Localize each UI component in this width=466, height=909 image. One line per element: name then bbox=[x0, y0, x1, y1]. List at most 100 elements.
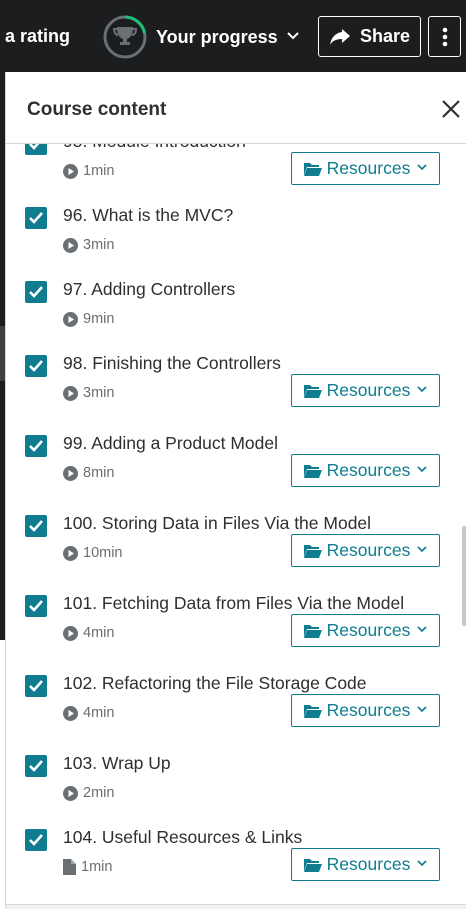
check-icon bbox=[29, 286, 43, 298]
duration-text: 3min bbox=[83, 385, 115, 401]
resources-label: Resources bbox=[326, 540, 411, 560]
close-icon bbox=[442, 100, 460, 118]
share-label: Share bbox=[359, 26, 411, 46]
lecture-item[interactable]: 100. Storing Data in Files Via the Model… bbox=[6, 486, 466, 567]
duration-text: 8min bbox=[83, 465, 115, 481]
lecture-duration: 3min bbox=[63, 237, 114, 253]
check-icon bbox=[29, 212, 43, 224]
play-icon bbox=[63, 545, 78, 561]
chevron-down-icon bbox=[417, 626, 427, 633]
panel-title: Course content bbox=[27, 99, 167, 120]
lecture-title: 103. Wrap Up bbox=[63, 753, 171, 773]
lecture-item[interactable]: 95. Module Introduction 1min Resources bbox=[6, 144, 466, 185]
file-icon bbox=[63, 859, 76, 875]
duration-text: 4min bbox=[83, 705, 115, 721]
check-icon bbox=[29, 834, 43, 846]
chevron-down-icon bbox=[417, 466, 427, 473]
lecture-title: 100. Storing Data in Files Via the Model bbox=[63, 513, 372, 533]
lecture-title: 96. What is the MVC? bbox=[63, 205, 234, 225]
resources-label: Resources bbox=[326, 700, 411, 720]
share-icon bbox=[329, 28, 350, 45]
duration-text: 9min bbox=[83, 311, 115, 327]
lecture-item[interactable]: 98. Finishing the Controllers 3min Resourc… bbox=[6, 326, 466, 407]
lecture-title: 102. Refactoring the File Storage Code bbox=[63, 673, 367, 693]
more-vertical-icon bbox=[442, 27, 447, 46]
folder-open-icon bbox=[303, 162, 322, 176]
lecture-title: 99. Adding a Product Model bbox=[63, 433, 279, 453]
duration-text: 4min bbox=[83, 625, 115, 641]
check-icon bbox=[29, 760, 43, 772]
play-icon bbox=[63, 163, 78, 179]
more-options-button[interactable] bbox=[428, 16, 461, 57]
folder-open-icon bbox=[303, 384, 322, 398]
chevron-down-icon bbox=[417, 164, 427, 171]
panel-header: Course content bbox=[6, 72, 466, 144]
folder-open-icon bbox=[303, 464, 322, 478]
play-icon bbox=[63, 465, 78, 481]
completed-checkbox[interactable] bbox=[25, 355, 47, 377]
completed-checkbox[interactable] bbox=[25, 675, 47, 697]
lecture-item[interactable]: 104. Useful Resources & Links 1min Resourc… bbox=[6, 800, 466, 881]
lecture-duration: 9min bbox=[63, 311, 114, 327]
lecture-title: 104. Useful Resources & Links bbox=[63, 827, 303, 847]
folder-open-icon bbox=[303, 544, 322, 558]
play-icon bbox=[63, 311, 78, 327]
completed-checkbox[interactable] bbox=[25, 144, 47, 155]
lecture-item[interactable]: 103. Wrap Up 2min bbox=[6, 726, 466, 801]
resources-label: Resources bbox=[326, 854, 411, 874]
folder-open-icon bbox=[303, 704, 322, 718]
resources-button[interactable]: Resources bbox=[291, 848, 440, 881]
lecture-duration: 1min bbox=[63, 163, 114, 179]
chevron-down-icon bbox=[417, 386, 427, 393]
course-content-panel: Course content 95. Module Introduction 1m… bbox=[5, 72, 466, 909]
check-icon bbox=[29, 600, 43, 612]
completed-checkbox[interactable] bbox=[25, 829, 47, 851]
chevron-down-icon bbox=[417, 860, 427, 867]
lecture-duration: 3min bbox=[63, 385, 114, 401]
lecture-duration: 10min bbox=[63, 545, 123, 561]
top-header: a rating Your progress Share bbox=[0, 0, 466, 72]
folder-open-icon bbox=[303, 624, 322, 638]
check-icon bbox=[29, 144, 40, 150]
lecture-title: 95. Module Introduction bbox=[63, 144, 246, 152]
lecture-item[interactable]: 96. What is the MVC? 3min bbox=[6, 178, 466, 253]
chevron-down-icon bbox=[417, 706, 427, 713]
chevron-down-icon bbox=[286, 27, 299, 45]
completed-checkbox[interactable] bbox=[25, 281, 47, 303]
lecture-list[interactable]: 95. Module Introduction 1min Resources 96. … bbox=[6, 144, 466, 904]
completed-checkbox[interactable] bbox=[25, 435, 47, 457]
close-button[interactable] bbox=[440, 98, 462, 120]
folder-open-icon bbox=[303, 858, 322, 872]
scrollbar[interactable] bbox=[462, 526, 466, 626]
lecture-item[interactable]: 97. Adding Controllers 9min bbox=[6, 252, 466, 327]
resources-button[interactable]: Resources bbox=[291, 374, 440, 407]
progress-ring bbox=[102, 14, 148, 60]
lecture-item[interactable]: 99. Adding a Product Model 8min Resources bbox=[6, 406, 466, 487]
completed-checkbox[interactable] bbox=[25, 595, 47, 617]
play-icon bbox=[63, 385, 78, 401]
completed-checkbox[interactable] bbox=[25, 515, 47, 537]
resources-button[interactable]: Resources bbox=[291, 454, 440, 487]
duration-text: 1min bbox=[81, 859, 113, 875]
lecture-duration: 8min bbox=[63, 465, 114, 481]
lecture-duration: 4min bbox=[63, 625, 114, 641]
resources-button[interactable]: Resources bbox=[291, 614, 440, 647]
lecture-item[interactable]: 101. Fetching Data from Files Via the Mo… bbox=[6, 566, 466, 647]
lecture-duration: 2min bbox=[63, 785, 114, 801]
lecture-title: 97. Adding Controllers bbox=[63, 279, 236, 299]
lecture-item[interactable]: 102. Refactoring the File Storage Code 4m… bbox=[6, 646, 466, 727]
progress-label: Your progress bbox=[156, 26, 278, 47]
duration-text: 3min bbox=[83, 237, 115, 253]
check-icon bbox=[29, 520, 43, 532]
leave-rating-link[interactable]: a rating bbox=[5, 26, 70, 47]
resources-button[interactable]: Resources bbox=[291, 534, 440, 567]
chevron-down-icon bbox=[417, 546, 427, 553]
completed-checkbox[interactable] bbox=[25, 755, 47, 777]
lecture-title: 98. Finishing the Controllers bbox=[63, 353, 281, 373]
resources-button[interactable]: Resources bbox=[291, 694, 440, 727]
progress-dropdown[interactable]: Your progress bbox=[102, 14, 299, 60]
play-icon bbox=[63, 785, 78, 801]
completed-checkbox[interactable] bbox=[25, 207, 47, 229]
resources-label: Resources bbox=[326, 380, 411, 400]
share-button[interactable]: Share bbox=[318, 16, 421, 57]
